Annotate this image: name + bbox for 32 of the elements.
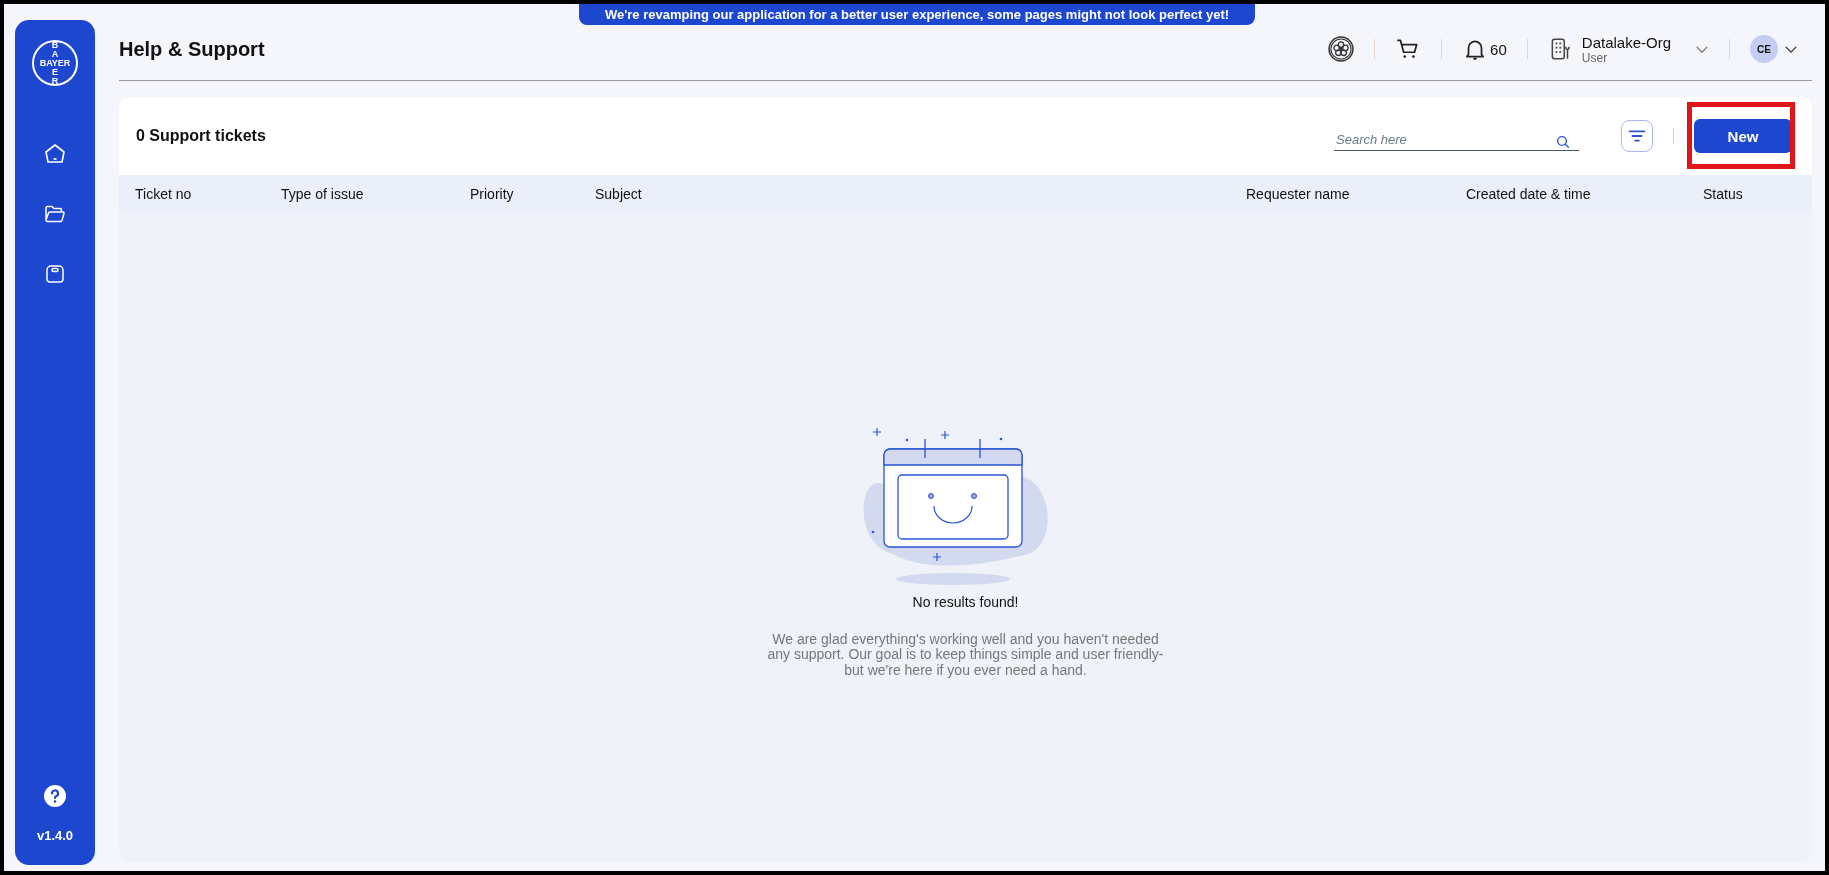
column-header: Subject — [595, 185, 643, 202]
new-button[interactable]: New — [1694, 119, 1792, 153]
page-title: Help & Support — [119, 37, 265, 61]
chevron-down-icon[interactable] — [1695, 44, 1709, 54]
logo-text: BAYER — [39, 58, 71, 68]
home-icon[interactable] — [43, 142, 67, 166]
column-header: Priority — [470, 185, 515, 202]
bag-icon[interactable] — [43, 262, 67, 286]
chevron-down-icon[interactable] — [1784, 44, 1798, 54]
help-icon[interactable] — [43, 784, 67, 808]
flower-icon[interactable] — [1328, 36, 1355, 62]
logo-letter: A — [50, 49, 60, 59]
column-header: Created date & time — [1466, 185, 1592, 202]
search-field[interactable]: Search here — [1334, 129, 1579, 151]
column-header: Requester name — [1246, 185, 1351, 202]
user-avatar[interactable]: CE — [1750, 35, 1778, 63]
tickets-count-title: 0 Support tickets — [136, 127, 266, 145]
empty-state-title: No results found! — [912, 594, 1019, 610]
filter-button[interactable] — [1621, 120, 1653, 152]
notification-count: 60 — [1490, 40, 1507, 58]
column-header: Type of issue — [281, 185, 365, 202]
search-icon[interactable] — [1555, 134, 1571, 150]
empty-state-message: We are glad everything's working well and you haven't needed any support. Our goal is to keep things simple and user friendly- but we're here if you ever need a hand. — [766, 632, 1165, 679]
column-header: Ticket no — [135, 185, 193, 202]
logo-letter: B — [50, 40, 60, 50]
logo-letter: E — [51, 67, 59, 77]
user-role: User — [1581, 50, 1608, 65]
logo-letter: R — [50, 76, 60, 86]
organization-name[interactable]: Datalake-Org — [1581, 33, 1671, 51]
column-header: Status — [1703, 185, 1744, 202]
version-label: v1.4.0 — [36, 828, 74, 843]
announcement-banner: We're revamping our application for a better user experience, some pages might not look perfect yet! — [579, 4, 1255, 25]
